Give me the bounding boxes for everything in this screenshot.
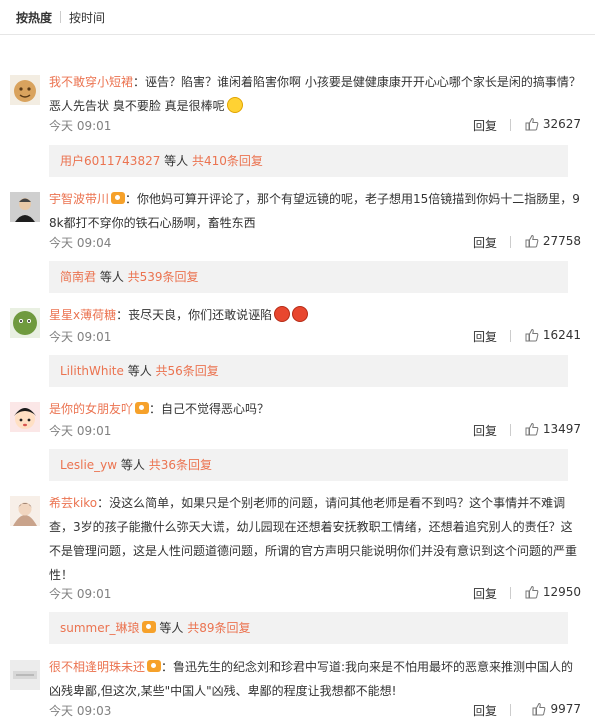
username-link[interactable]: 是你的女朋友吖: [49, 402, 133, 416]
angry-emoji-icon: [274, 306, 291, 322]
thumbs-up-icon: [525, 585, 539, 599]
sort-bar: 按热度 按时间: [0, 0, 595, 35]
sub-reply-mid: 等人: [123, 364, 156, 378]
sub-reply-mid: 等人: [96, 270, 128, 284]
sub-replies-bar[interactable]: LilithWhite 等人 共56条回复: [49, 355, 568, 387]
sub-reply-user[interactable]: 用户6011743827: [60, 154, 160, 168]
sub-reply-count[interactable]: 共36条回复: [149, 458, 212, 472]
comment-body: 希芸kiko：没这么简单，如果只是个别老师的问题，请问其他老师是看不到吗？这个事…: [49, 491, 581, 587]
sort-by-hot[interactable]: 按热度: [8, 9, 60, 26]
comment-meta: 今天 09:03 回复 9977: [49, 702, 581, 718]
like-count: 27758: [542, 234, 581, 248]
username-link[interactable]: 星星x薄荷糖: [49, 308, 116, 322]
comment-time: 今天 09:01: [49, 424, 112, 438]
divider: [510, 330, 511, 342]
sub-replies-bar[interactable]: 用户6011743827 等人 共410条回复: [49, 145, 568, 177]
comment-text: ：自己不觉得恶心吗？: [149, 402, 270, 416]
divider: [510, 704, 511, 716]
comment-time: 今天 09:04: [49, 236, 112, 250]
comment-time: 今天 09:01: [49, 587, 112, 601]
sub-reply-user[interactable]: summer_琳琅: [60, 621, 140, 635]
username-link[interactable]: 很不相逢明珠未还: [49, 660, 145, 674]
comment-meta: 今天 09:01 回复 13497: [49, 422, 581, 438]
like-count: 32627: [542, 117, 581, 131]
reply-button[interactable]: 回复: [473, 702, 497, 719]
thumbs-up-icon: [525, 328, 539, 342]
sub-reply-count[interactable]: 共539条回复: [128, 270, 199, 284]
avatar[interactable]: [10, 308, 40, 338]
thumbs-up-icon: [525, 117, 539, 131]
comment-time: 今天 09:01: [49, 330, 112, 344]
comment-text: ：你他妈可算开评论了，那个有望远镜的呢，老子想用15倍镜描到你妈十二指肠里，98…: [49, 192, 580, 230]
comment-text: ：丧尽天良，你们还敢说诬陷: [116, 308, 273, 322]
like-button[interactable]: 16241: [525, 328, 581, 342]
divider: [510, 236, 511, 248]
sub-reply-count[interactable]: 共410条回复: [192, 154, 263, 168]
member-badge-icon: [141, 621, 156, 633]
thumbs-up-icon: [532, 702, 546, 716]
like-count: 13497: [542, 422, 581, 436]
angry-emoji-icon: [292, 306, 309, 322]
reply-button[interactable]: 回复: [473, 585, 497, 602]
comment-time: 今天 09:03: [49, 704, 112, 718]
comment-meta: 今天 09:04 回复 27758: [49, 234, 581, 250]
comment-meta: 今天 09:01 回复 32627: [49, 117, 581, 133]
comment-time: 今天 09:01: [49, 119, 112, 133]
comment-body: 宇智波带川 ：你他妈可算开评论了，那个有望远镜的呢，老子想用15倍镜描到你妈十二指…: [49, 187, 581, 235]
like-button[interactable]: 12950: [525, 585, 581, 599]
comment-body: 星星x薄荷糖：丧尽天良，你们还敢说诬陷: [49, 303, 581, 327]
avatar[interactable]: [10, 192, 40, 222]
comment-body: 很不相逢明珠未还 ：鲁迅先生的纪念刘和珍君中写道:我向来是不怕用最坏的恶意来推测中…: [49, 655, 581, 703]
sub-reply-count[interactable]: 共56条回复: [156, 364, 219, 378]
sub-reply-user[interactable]: LilithWhite: [60, 364, 124, 378]
avatar[interactable]: [10, 75, 40, 105]
reply-button[interactable]: 回复: [473, 117, 497, 134]
sub-reply-mid: 等人: [117, 458, 149, 472]
like-button[interactable]: 27758: [525, 234, 581, 248]
sub-reply-user[interactable]: Leslie_yw: [60, 458, 117, 472]
member-badge-icon: [147, 660, 162, 672]
comment-body: 我不敢穿小短裙：诬告？陷害？谁闲着陷害你啊 小孩要是健健康康开开心心哪个家长是闲…: [49, 70, 581, 118]
username-link[interactable]: 希芸kiko: [49, 496, 97, 510]
sort-by-time[interactable]: 按时间: [61, 9, 113, 26]
sub-reply-mid: 等人: [155, 621, 188, 635]
like-count: 16241: [542, 328, 581, 342]
avatar[interactable]: [10, 496, 40, 526]
divider: [510, 587, 511, 599]
comment-body: 是你的女朋友吖 ：自己不觉得恶心吗？: [49, 397, 581, 421]
sub-replies-bar[interactable]: Leslie_yw 等人 共36条回复: [49, 449, 568, 481]
username-link[interactable]: 宇智波带川: [49, 192, 109, 206]
divider: [510, 119, 511, 131]
comment-meta: 今天 09:01 回复 12950: [49, 585, 581, 601]
like-count: 12950: [542, 585, 581, 599]
comment-meta: 今天 09:01 回复 16241: [49, 328, 581, 344]
smile-emoji-icon: [226, 97, 243, 113]
member-badge-icon: [135, 402, 150, 414]
like-button[interactable]: 13497: [525, 422, 581, 436]
comment-text: ：没这么简单，如果只是个别老师的问题，请问其他老师是看不到吗？这个事情并不难调查…: [49, 496, 578, 582]
sub-replies-bar[interactable]: summer_琳琅 等人 共89条回复: [49, 612, 568, 644]
reply-button[interactable]: 回复: [473, 234, 497, 251]
sub-replies-bar[interactable]: 简南君 等人 共539条回复: [49, 261, 568, 293]
divider: [510, 424, 511, 436]
like-button[interactable]: 9977: [532, 702, 581, 716]
sub-reply-mid: 等人: [160, 154, 192, 168]
member-badge-icon: [111, 192, 126, 204]
like-button[interactable]: 32627: [525, 117, 581, 131]
username-link[interactable]: 我不敢穿小短裙: [49, 75, 133, 89]
like-count: 9977: [550, 702, 581, 716]
reply-button[interactable]: 回复: [473, 328, 497, 345]
avatar[interactable]: [10, 660, 40, 690]
reply-button[interactable]: 回复: [473, 422, 497, 439]
avatar[interactable]: [10, 402, 40, 432]
sub-reply-count[interactable]: 共89条回复: [187, 621, 250, 635]
sub-reply-user[interactable]: 简南君: [60, 270, 96, 284]
thumbs-up-icon: [525, 234, 539, 248]
thumbs-up-icon: [525, 422, 539, 436]
